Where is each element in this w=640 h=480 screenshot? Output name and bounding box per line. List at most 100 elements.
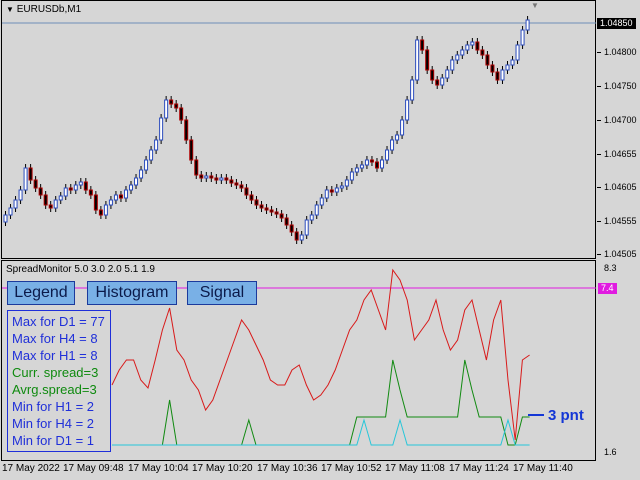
candle-body	[144, 159, 149, 171]
candle-body	[149, 149, 154, 161]
candle-body	[139, 169, 144, 179]
candle-body	[3, 214, 8, 223]
candle-body	[254, 199, 259, 206]
signal-button[interactable]: Signal	[187, 281, 257, 305]
candle-body	[435, 79, 440, 86]
candle-body	[184, 119, 189, 141]
stat-max-h1: Max for H1 = 8	[12, 348, 98, 363]
candle-body	[299, 234, 304, 241]
candle-body	[204, 175, 209, 179]
time-label: 17 May 09:48	[63, 463, 124, 474]
avg-spread-line	[112, 359, 530, 446]
candle-body	[269, 209, 274, 213]
candle-body	[229, 179, 234, 184]
candle-body	[83, 181, 88, 191]
candle-body	[309, 214, 314, 221]
candle-body	[294, 231, 299, 241]
histogram-button[interactable]: Histogram	[87, 281, 177, 305]
candle-body	[490, 64, 495, 73]
candle-body	[510, 59, 515, 66]
candle-body	[154, 139, 159, 151]
stats-legend-box: Max for D1 = 77 Max for H4 = 8 Max for H…	[7, 310, 111, 452]
candle-body	[68, 187, 73, 191]
candle-body	[520, 29, 525, 46]
candle-body	[385, 149, 390, 161]
candle-body	[415, 39, 420, 81]
time-label: 17 May 11:40	[513, 463, 573, 474]
candle-body	[33, 179, 38, 189]
candle-body	[329, 189, 334, 193]
candle-body	[515, 44, 520, 61]
candle-body	[460, 49, 465, 56]
current-spread-marker	[528, 414, 544, 416]
candle-body	[450, 59, 455, 71]
candle-body	[239, 184, 244, 189]
candle-body	[164, 99, 169, 119]
candle-body	[505, 64, 510, 71]
candle-body	[420, 39, 425, 51]
candle-body	[289, 224, 294, 233]
candle-body	[495, 71, 500, 81]
candle-body	[58, 195, 63, 201]
candle-body	[400, 119, 405, 136]
candle-body	[324, 189, 329, 199]
candle-body	[224, 177, 229, 181]
candle-body	[279, 213, 284, 219]
candle-body	[169, 99, 174, 105]
candle-body	[440, 77, 445, 86]
candle-body	[48, 204, 53, 209]
candle-body	[159, 117, 164, 141]
candle-body	[264, 207, 269, 211]
candle-body	[480, 49, 485, 56]
candle-body	[470, 41, 475, 46]
candle-body	[78, 181, 83, 186]
candle-body	[380, 159, 384, 169]
candle-body	[28, 167, 33, 181]
candle-body	[98, 209, 103, 216]
candle-body	[395, 134, 400, 141]
candle-body	[405, 99, 410, 121]
stat-min-d1: Min for D1 = 1	[12, 433, 95, 448]
candle-body	[334, 187, 339, 193]
current-spread-label: 3 pnt	[548, 407, 584, 424]
candle-body	[304, 219, 309, 236]
chart-shift-icon[interactable]: ▼	[531, 1, 539, 10]
time-label: 17 May 2022	[2, 463, 60, 474]
candle-body	[219, 177, 224, 181]
candle-body	[445, 69, 450, 79]
time-label: 17 May 11:08	[385, 463, 445, 474]
candle-body	[390, 139, 395, 151]
candle-body	[113, 194, 118, 201]
candle-body	[174, 103, 179, 109]
candle-body	[129, 184, 133, 191]
stat-min-h1: Min for H1 = 2	[12, 399, 95, 414]
candle-body	[364, 159, 369, 166]
candle-body	[13, 199, 18, 209]
candle-body	[93, 194, 98, 211]
candle-body	[374, 161, 379, 169]
candle-body	[314, 204, 319, 216]
stat-max-h4: Max for H4 = 8	[12, 331, 98, 346]
candle-body	[349, 171, 354, 181]
time-label: 17 May 11:24	[449, 463, 509, 474]
candle-body	[284, 217, 289, 226]
candle-body	[339, 185, 344, 189]
time-label: 17 May 10:36	[257, 463, 318, 474]
candle-body	[455, 54, 460, 61]
candle-body	[244, 187, 249, 196]
legend-button[interactable]: Legend	[7, 281, 75, 305]
candle-body	[8, 207, 13, 216]
candle-body	[274, 211, 279, 215]
candle-body	[485, 54, 490, 66]
candle-body	[23, 167, 28, 191]
time-label: 17 May 10:04	[128, 463, 189, 474]
candle-body	[18, 189, 23, 201]
candle-body	[319, 197, 324, 206]
candle-body	[118, 194, 123, 199]
stat-max-d1: Max for D1 = 77	[12, 314, 105, 329]
candle-body	[410, 79, 415, 101]
candle-body	[475, 41, 480, 51]
candle-body	[425, 49, 430, 71]
candle-body	[465, 44, 470, 51]
stat-min-h4: Min for H4 = 2	[12, 416, 95, 431]
